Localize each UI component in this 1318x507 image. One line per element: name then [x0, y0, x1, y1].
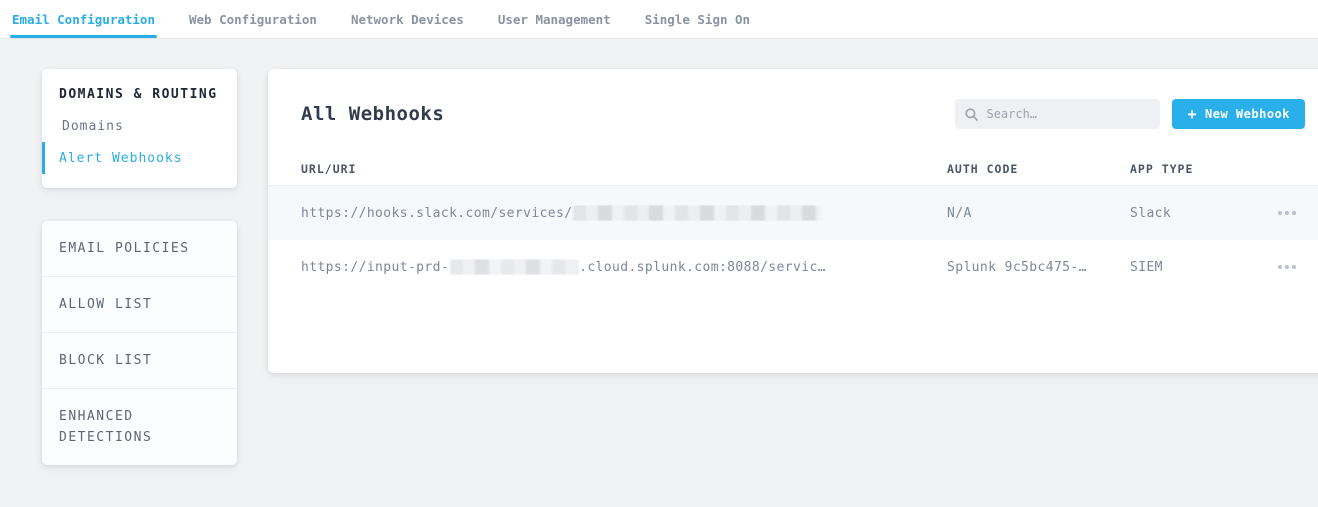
row-menu-icon — [1278, 265, 1282, 269]
app-type-cell: SIEM — [1130, 260, 1238, 275]
sidebar-item-email-policies[interactable]: EMAIL POLICIES — [42, 221, 237, 277]
row-actions-cell — [1238, 204, 1304, 222]
row-menu-button[interactable] — [1278, 204, 1304, 222]
row-menu-button[interactable] — [1278, 258, 1304, 276]
sidebar-item-allow-list[interactable]: ALLOW LIST — [42, 277, 237, 333]
tab-email-configuration[interactable]: Email Configuration — [10, 0, 157, 38]
plus-icon: + — [1187, 105, 1197, 123]
panel-header: All Webhooks + New Webhook — [268, 99, 1318, 129]
search-icon — [965, 108, 978, 121]
domains-routing-card: DOMAINS & ROUTING Domains Alert Webhooks — [42, 69, 237, 188]
sidebar-item-enhanced-detections[interactable]: ENHANCED DETECTIONS — [42, 389, 237, 465]
row-menu-icon — [1278, 211, 1282, 215]
sidebar-item-block-list[interactable]: BLOCK LIST — [42, 333, 237, 389]
webhook-url-prefix: https://hooks.slack.com/services/ — [301, 206, 572, 221]
webhook-url-cell: https://hooks.slack.com/services/ — [301, 205, 947, 221]
top-nav: Email Configuration Web Configuration Ne… — [0, 0, 1318, 39]
webhooks-panel: All Webhooks + New Webhook URL/URI AUTH … — [268, 69, 1318, 373]
auth-code-cell: Splunk 9c5bc475-… — [947, 260, 1130, 275]
tab-network-devices[interactable]: Network Devices — [349, 0, 466, 38]
new-webhook-label: New Webhook — [1205, 107, 1290, 121]
sidebar-sections-card: EMAIL POLICIES ALLOW LIST BLOCK LIST ENH… — [42, 221, 237, 465]
table-header-row: URL/URI AUTH CODE APP TYPE — [268, 153, 1318, 186]
search-input[interactable] — [986, 107, 1150, 121]
column-header-url: URL/URI — [301, 162, 947, 176]
new-webhook-button[interactable]: + New Webhook — [1172, 99, 1305, 129]
redacted-url-segment — [573, 205, 821, 221]
webhook-url-prefix: https://input-prd- — [301, 260, 449, 275]
page-title: All Webhooks — [301, 103, 444, 125]
search-input-wrapper — [955, 99, 1160, 129]
webhook-url-suffix: .cloud.splunk.com:8088/servic… — [579, 260, 826, 275]
header-actions: + New Webhook — [955, 99, 1305, 129]
domains-routing-title: DOMAINS & ROUTING — [42, 87, 237, 102]
table-row[interactable]: https://input-prd- .cloud.splunk.com:808… — [268, 240, 1318, 294]
page-body: DOMAINS & ROUTING Domains Alert Webhooks… — [0, 39, 1318, 465]
sidebar-item-domains[interactable]: Domains — [42, 110, 237, 142]
auth-code-cell: N/A — [947, 206, 1130, 221]
tab-web-configuration[interactable]: Web Configuration — [187, 0, 319, 38]
webhook-url-cell: https://input-prd- .cloud.splunk.com:808… — [301, 259, 947, 275]
redacted-url-segment — [450, 259, 578, 275]
sidebar: DOMAINS & ROUTING Domains Alert Webhooks… — [42, 69, 237, 465]
row-actions-cell — [1238, 258, 1304, 276]
tab-single-sign-on[interactable]: Single Sign On — [643, 0, 752, 38]
tab-user-management[interactable]: User Management — [496, 0, 613, 38]
column-header-app-type: APP TYPE — [1130, 162, 1238, 176]
column-header-auth-code: AUTH CODE — [947, 162, 1130, 176]
sidebar-item-alert-webhooks[interactable]: Alert Webhooks — [42, 142, 237, 174]
app-type-cell: Slack — [1130, 206, 1238, 221]
table-row[interactable]: https://hooks.slack.com/services/ N/A Sl… — [268, 186, 1318, 240]
